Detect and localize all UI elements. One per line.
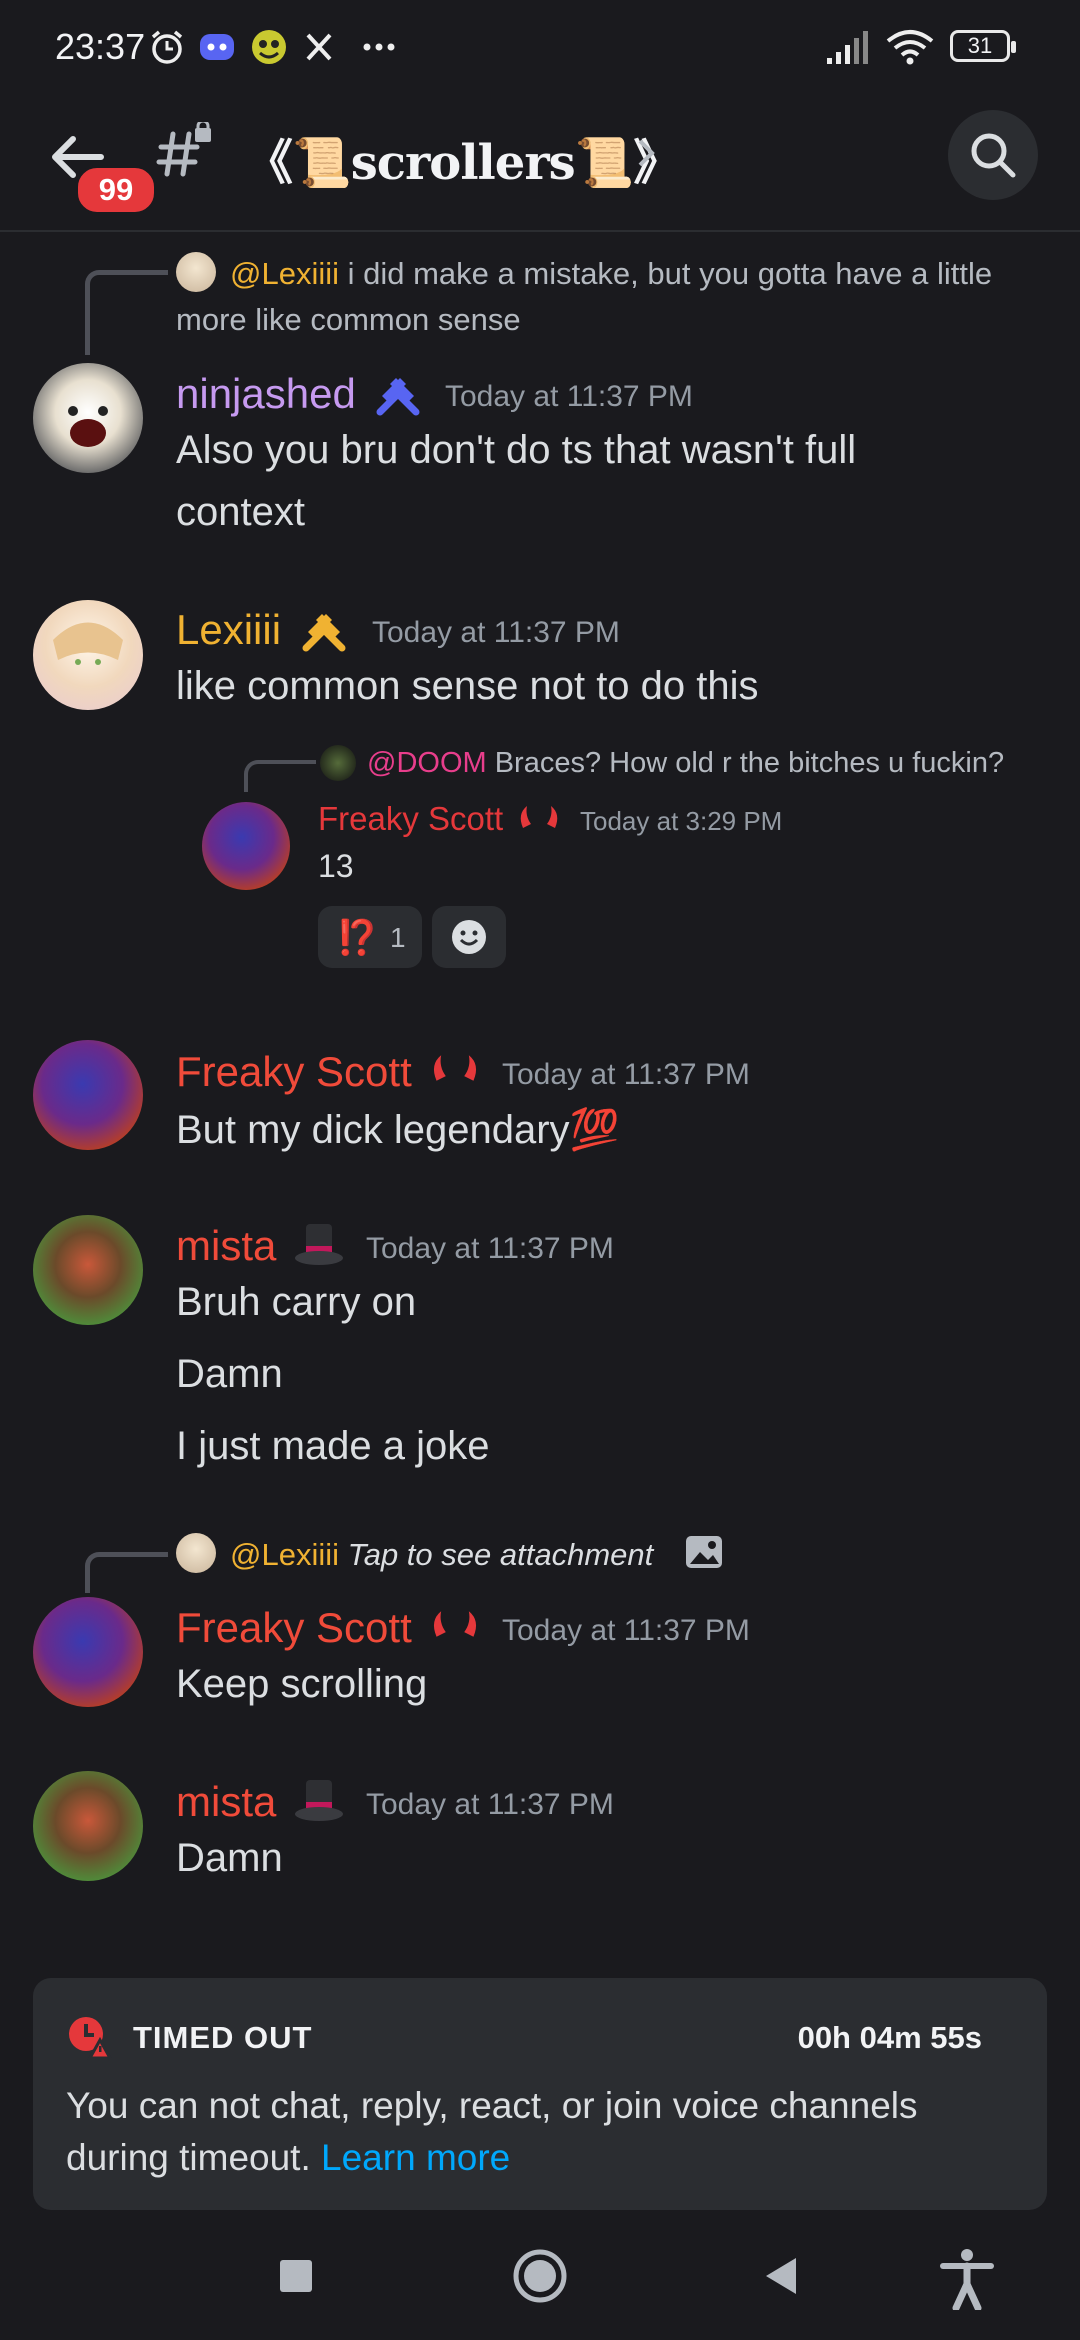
reply-connector bbox=[85, 1552, 168, 1593]
x-icon bbox=[306, 33, 332, 61]
status-bar: 23:37 31 bbox=[0, 0, 1080, 95]
add-reaction-button[interactable] bbox=[432, 906, 506, 968]
battery-icon: 31 bbox=[950, 30, 1016, 62]
devil-horns-icon bbox=[520, 806, 558, 828]
reaction-count: 1 bbox=[390, 922, 406, 953]
reply-mention[interactable]: @Lexiiii bbox=[230, 1537, 339, 1572]
message-timestamp: Today at 11:37 PM bbox=[366, 1788, 614, 1821]
timeout-title: TIMED OUT bbox=[133, 2020, 313, 2055]
reply-connector bbox=[244, 760, 316, 792]
reply-mention[interactable]: @Lexiiii bbox=[230, 256, 339, 291]
message-author[interactable]: ninjashed bbox=[176, 370, 356, 418]
message-author[interactable]: Freaky Scott bbox=[176, 1048, 412, 1096]
search-button[interactable] bbox=[948, 110, 1038, 200]
unread-badge: 99 bbox=[75, 165, 157, 215]
reaction-chip[interactable]: ⁉️ 1 bbox=[318, 906, 422, 968]
learn-more-link[interactable]: Learn more bbox=[321, 2137, 510, 2178]
signal-icon bbox=[827, 31, 868, 64]
top-hat-icon bbox=[295, 1780, 343, 1821]
avatar[interactable] bbox=[33, 363, 143, 473]
message-timestamp: Today at 3:29 PM bbox=[580, 806, 783, 836]
message-timestamp: Today at 11:37 PM bbox=[502, 1614, 750, 1647]
reply-preview[interactable]: @Lexiiii Tap to see attachment bbox=[230, 1537, 653, 1573]
message-author[interactable]: Freaky Scott bbox=[176, 1604, 412, 1652]
reply-preview[interactable]: @Lexiiii i did make a mistake, but you g… bbox=[230, 256, 992, 292]
channel-name[interactable]: 《📜scrollers📜》 bbox=[245, 123, 681, 193]
message-author[interactable]: mista bbox=[176, 1778, 276, 1826]
reply-avatar bbox=[176, 1533, 216, 1573]
message-timestamp: Today at 11:37 PM bbox=[445, 380, 693, 413]
reply-mention[interactable]: @DOOM bbox=[367, 747, 487, 779]
back-nav-icon[interactable] bbox=[762, 2256, 800, 2296]
timeout-countdown: 00h 04m 55s bbox=[797, 2020, 982, 2055]
devil-horns-icon bbox=[433, 1611, 477, 1637]
reply-avatar bbox=[320, 745, 356, 781]
battery-level: 31 bbox=[967, 33, 993, 58]
add-reaction-icon bbox=[452, 920, 486, 954]
status-time: 23:37 bbox=[55, 26, 146, 67]
message-text[interactable]: I just made a joke bbox=[176, 1424, 490, 1469]
accessibility-icon[interactable] bbox=[940, 2248, 994, 2310]
message-author[interactable]: Freaky Scott bbox=[318, 800, 503, 838]
timeout-clock-icon bbox=[69, 2017, 112, 2060]
avatar[interactable] bbox=[33, 1215, 143, 1325]
system-nav-bar bbox=[0, 2230, 1080, 2340]
avatar[interactable] bbox=[33, 1040, 143, 1150]
discord-icon bbox=[200, 34, 234, 60]
message-timestamp: Today at 11:37 PM bbox=[372, 616, 620, 649]
top-hat-icon bbox=[295, 1224, 343, 1265]
reply-connector bbox=[85, 270, 168, 355]
message-text[interactable]: Damn bbox=[176, 1836, 283, 1881]
message-timestamp: Today at 11:37 PM bbox=[502, 1058, 750, 1091]
avatar[interactable] bbox=[33, 1771, 143, 1881]
moderator-hammer-icon bbox=[302, 614, 346, 652]
channel-header: 99 《📜scrollers📜》 bbox=[0, 95, 1080, 232]
home-icon[interactable] bbox=[512, 2248, 568, 2304]
wifi-icon bbox=[886, 30, 934, 65]
message-timestamp: Today at 11:37 PM bbox=[366, 1232, 614, 1265]
reply-text-line: more like common sense bbox=[176, 302, 521, 337]
message-text[interactable]: Also you bru don't do ts that wasn't ful… bbox=[176, 428, 856, 473]
message-text[interactable]: context bbox=[176, 490, 305, 535]
chevron-right-icon[interactable] bbox=[636, 137, 656, 169]
moderator-hammer-icon bbox=[376, 378, 420, 416]
timeout-message: You can not chat, reply, react, or join … bbox=[66, 2080, 1026, 2184]
message-author[interactable]: Lexiiii bbox=[176, 606, 281, 654]
message-author[interactable]: mista bbox=[176, 1222, 276, 1270]
reply-preview[interactable]: @DOOM Braces? How old r the bitches u fu… bbox=[367, 747, 1004, 780]
alarm-icon bbox=[151, 30, 183, 64]
avatar-image bbox=[68, 406, 108, 447]
more-icon bbox=[363, 43, 395, 51]
message-text[interactable]: like common sense not to do this bbox=[176, 664, 759, 709]
message-text[interactable]: But my dick legendary💯 bbox=[176, 1106, 619, 1153]
search-icon bbox=[971, 133, 1016, 178]
reply-avatar bbox=[176, 252, 216, 292]
avatar[interactable] bbox=[33, 1597, 143, 1707]
locked-channel-icon bbox=[156, 122, 211, 177]
avatar-image bbox=[53, 622, 123, 665]
app-icon bbox=[252, 30, 286, 64]
reply-text-line: Braces? How old r the bitches u fuckin? bbox=[494, 747, 1005, 779]
message-text[interactable]: Bruh carry on bbox=[176, 1280, 416, 1325]
message-text[interactable]: Damn bbox=[176, 1352, 283, 1397]
image-icon bbox=[686, 1536, 722, 1568]
message-text[interactable]: 13 bbox=[318, 848, 354, 885]
avatar[interactable] bbox=[33, 600, 143, 710]
reply-attachment-text: Tap to see attachment bbox=[347, 1537, 654, 1572]
reaction-emoji: ⁉️ bbox=[336, 919, 379, 957]
message-text[interactable]: Keep scrolling bbox=[176, 1662, 427, 1707]
devil-horns-icon bbox=[433, 1055, 477, 1081]
recents-icon[interactable] bbox=[278, 2258, 314, 2294]
reply-text-line: i did make a mistake, but you gotta have… bbox=[339, 256, 993, 291]
timeout-banner: TIMED OUT 00h 04m 55s You can not chat, … bbox=[33, 1978, 1047, 2210]
avatar[interactable] bbox=[202, 802, 290, 890]
